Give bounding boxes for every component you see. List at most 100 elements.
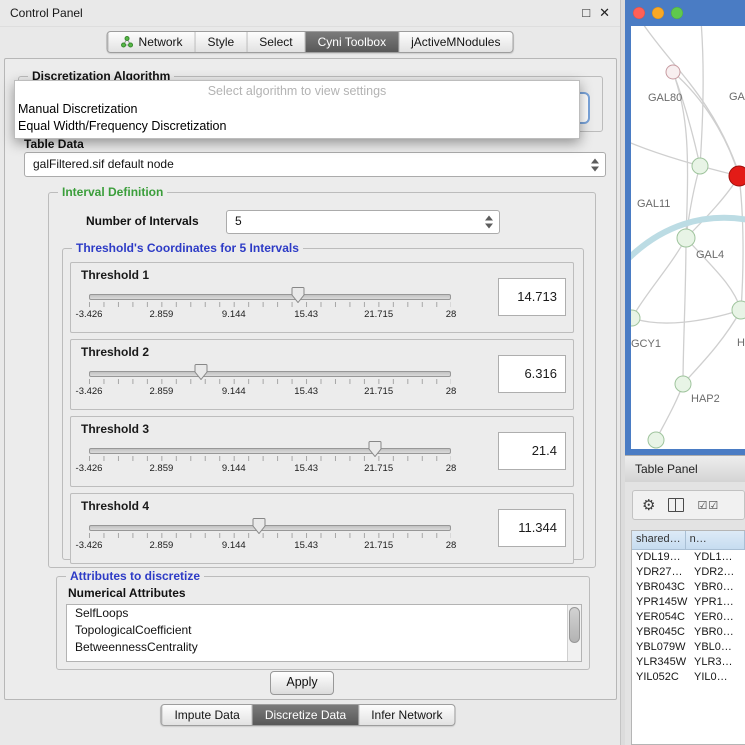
network-edge[interactable] — [686, 176, 739, 238]
table-header-row: shared…n… — [632, 531, 745, 550]
bottom-tab[interactable]: Impute Data — [161, 705, 251, 725]
network-edge[interactable] — [656, 384, 683, 440]
threshold-value-field[interactable]: 14.713 — [498, 278, 566, 316]
zoom-light[interactable] — [671, 7, 683, 19]
close-light[interactable] — [633, 7, 645, 19]
slider-track[interactable] — [89, 371, 451, 377]
table-column-header[interactable]: shared… — [632, 531, 686, 550]
node-label: GCY1 — [631, 338, 661, 350]
top-tab[interactable]: Select — [246, 32, 304, 52]
network-view-window: GAL80GAGAL11GAL4GCY1HAP2H — [625, 0, 745, 455]
numerical-attributes-label: Numerical Attributes — [68, 586, 186, 600]
select-columns-icons[interactable]: ☑☑ — [697, 499, 719, 512]
threshold-panel: Threshold 1 -3.4262.8599.14415.4321.7152… — [70, 262, 574, 333]
slider-scale: -3.4262.8599.14415.4321.71528 — [89, 309, 451, 321]
slider-scale-value: -3.426 — [76, 386, 103, 397]
slider-ticks — [89, 379, 451, 384]
node-label: GA — [729, 91, 745, 103]
slider-thumb[interactable] — [195, 364, 208, 380]
table-row[interactable]: YBR043C YBR0… — [632, 580, 745, 595]
dropdown-item[interactable]: Manual Discretization — [15, 101, 579, 118]
slider-scale-value: 21.715 — [364, 386, 393, 397]
table-panel-toolbar: ⚙ ☑☑ — [632, 490, 745, 520]
bottom-tab[interactable]: Discretize Data — [252, 705, 358, 725]
table-row[interactable]: YER054C YER0… — [632, 610, 745, 625]
float-window-icon[interactable]: □ — [582, 0, 590, 26]
top-tab-label: Network — [139, 35, 183, 49]
apply-button[interactable]: Apply — [270, 671, 334, 695]
network-node-gene[interactable] — [675, 376, 691, 392]
network-node-pink[interactable] — [666, 65, 680, 79]
network-node-gene[interactable] — [732, 301, 745, 319]
attribute-item[interactable]: SelfLoops — [67, 605, 581, 622]
network-edge[interactable] — [632, 310, 741, 323]
slider-track[interactable] — [89, 448, 451, 454]
table-column-header[interactable]: n… — [686, 531, 745, 550]
list-scrollbar[interactable] — [567, 605, 581, 661]
threshold-slider[interactable]: -3.4262.8599.14415.4321.71528 — [89, 362, 451, 404]
slider-thumb[interactable] — [291, 287, 304, 303]
network-canvas[interactable]: GAL80GAGAL11GAL4GCY1HAP2H — [631, 26, 745, 449]
table-row[interactable]: YDL19… YDL1… — [632, 550, 745, 565]
scrollbar-thumb[interactable] — [569, 607, 580, 643]
stepper-icon[interactable] — [591, 157, 600, 172]
table-cell-shared-name: YPR145W — [632, 595, 690, 610]
table-cell-name: YER0… — [690, 610, 745, 625]
slider-track[interactable] — [89, 294, 451, 300]
slider-thumb[interactable] — [253, 518, 266, 534]
slider-scale-value: 15.43 — [294, 309, 318, 320]
slider-scale-value: 15.43 — [294, 540, 318, 551]
table-row[interactable]: YDR27… YDR2… — [632, 565, 745, 580]
thresholds-group-title: Threshold's Coordinates for 5 Intervals — [72, 241, 303, 255]
top-tab[interactable]: Network — [108, 32, 195, 52]
node-label: GAL11 — [637, 198, 670, 210]
network-edge[interactable] — [700, 26, 703, 166]
network-edge[interactable] — [686, 166, 700, 238]
network-node-gene[interactable] — [648, 432, 664, 448]
table-data-combo[interactable]: galFiltered.sif default node — [24, 152, 606, 177]
threshold-value-field[interactable]: 6.316 — [498, 355, 566, 393]
slider-scale-value: 21.715 — [364, 540, 393, 551]
table-row[interactable]: YIL052C YIL0… — [632, 670, 745, 685]
slider-scale-value: 15.43 — [294, 463, 318, 474]
table-panel: ⚙ ☑☑ shared…n… YDL19… YDL1… YDR27… YDR2…… — [625, 482, 745, 745]
network-node-red[interactable] — [729, 166, 745, 186]
attribute-item[interactable]: TopologicalCoefficient — [67, 622, 581, 639]
network-edge[interactable] — [739, 176, 743, 310]
table-row[interactable]: YPR145W YPR1… — [632, 595, 745, 610]
threshold-slider[interactable]: -3.4262.8599.14415.4321.71528 — [89, 439, 451, 481]
threshold-value-field[interactable]: 11.344 — [498, 509, 566, 547]
number-of-intervals-combo[interactable]: 5 — [226, 210, 500, 234]
network-node-gene[interactable] — [631, 310, 640, 326]
threshold-slider[interactable]: -3.4262.8599.14415.4321.71528 — [89, 516, 451, 558]
dropdown-item[interactable]: Equal Width/Frequency Discretization — [15, 118, 579, 135]
gear-icon[interactable]: ⚙ — [642, 498, 655, 513]
table-row[interactable]: YLR345W YLR3… — [632, 655, 745, 670]
slider-thumb[interactable] — [368, 441, 381, 457]
attribute-item[interactable]: BetweennessCentrality — [67, 639, 581, 656]
table-cell-shared-name: YBR045C — [632, 625, 690, 640]
window-title: Control Panel — [10, 0, 83, 26]
network-graph[interactable]: GAL80GAGAL11GAL4GCY1HAP2H — [631, 26, 745, 449]
columns-icon[interactable] — [668, 498, 684, 512]
minimize-light[interactable] — [652, 7, 664, 19]
top-tab[interactable]: Style — [195, 32, 247, 52]
slider-track[interactable] — [89, 525, 451, 531]
top-tab[interactable]: Cyni Toolbox — [305, 32, 398, 52]
close-icon[interactable]: ✕ — [599, 0, 610, 26]
slider-scale-value: 9.144 — [222, 309, 246, 320]
slider-scale: -3.4262.8599.14415.4321.71528 — [89, 463, 451, 475]
network-edge[interactable] — [683, 238, 686, 384]
stepper-icon[interactable] — [485, 215, 494, 230]
network-node-gene[interactable] — [677, 229, 695, 247]
dropdown-item-list: Manual DiscretizationEqual Width/Frequen… — [15, 101, 579, 135]
threshold-slider[interactable]: -3.4262.8599.14415.4321.71528 — [89, 285, 451, 327]
threshold-value-field[interactable]: 21.4 — [498, 432, 566, 470]
top-tab[interactable]: jActiveMNodules — [398, 32, 512, 52]
network-edge[interactable] — [631, 141, 739, 176]
bottom-tab[interactable]: Infer Network — [358, 705, 454, 725]
table-row[interactable]: YBL079W YBL0… — [632, 640, 745, 655]
table-row[interactable]: YBR045C YBR0… — [632, 625, 745, 640]
network-node-gene[interactable] — [692, 158, 708, 174]
slider-scale-value: -3.426 — [76, 463, 103, 474]
